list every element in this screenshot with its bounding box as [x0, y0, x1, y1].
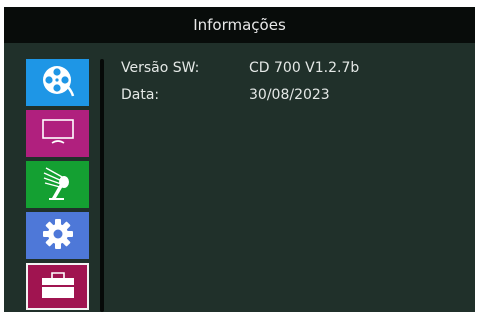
toolbox-icon [40, 270, 76, 304]
sidebar [4, 43, 104, 312]
sidebar-item-spray[interactable] [26, 161, 89, 208]
monitor-icon [40, 117, 76, 151]
sidebar-divider [100, 59, 104, 312]
info-panel: Versão SW: CD 700 V1.2.7b Data: 30/08/20… [121, 54, 359, 108]
info-row-date: Data: 30/08/2023 [121, 81, 359, 108]
date-label: Data: [121, 86, 160, 103]
date-value: 30/08/2023 [249, 86, 330, 103]
info-row-software-version: Versão SW: CD 700 V1.2.7b [121, 54, 359, 81]
screen: Informações Versão SW: CD 700 V1.2.7b Da… [4, 7, 475, 312]
software-version-value: CD 700 V1.2.7b [249, 59, 360, 76]
page-title: Informações [193, 16, 286, 34]
film-reel-icon [41, 64, 75, 102]
sidebar-item-settings[interactable] [26, 212, 89, 259]
sidebar-item-info[interactable] [26, 263, 89, 310]
sidebar-item-media[interactable] [26, 59, 89, 106]
software-version-label: Versão SW: [121, 59, 200, 76]
spray-icon [40, 164, 76, 206]
gear-icon [42, 218, 74, 254]
title-bar: Informações [4, 7, 475, 43]
sidebar-item-display[interactable] [26, 110, 89, 157]
